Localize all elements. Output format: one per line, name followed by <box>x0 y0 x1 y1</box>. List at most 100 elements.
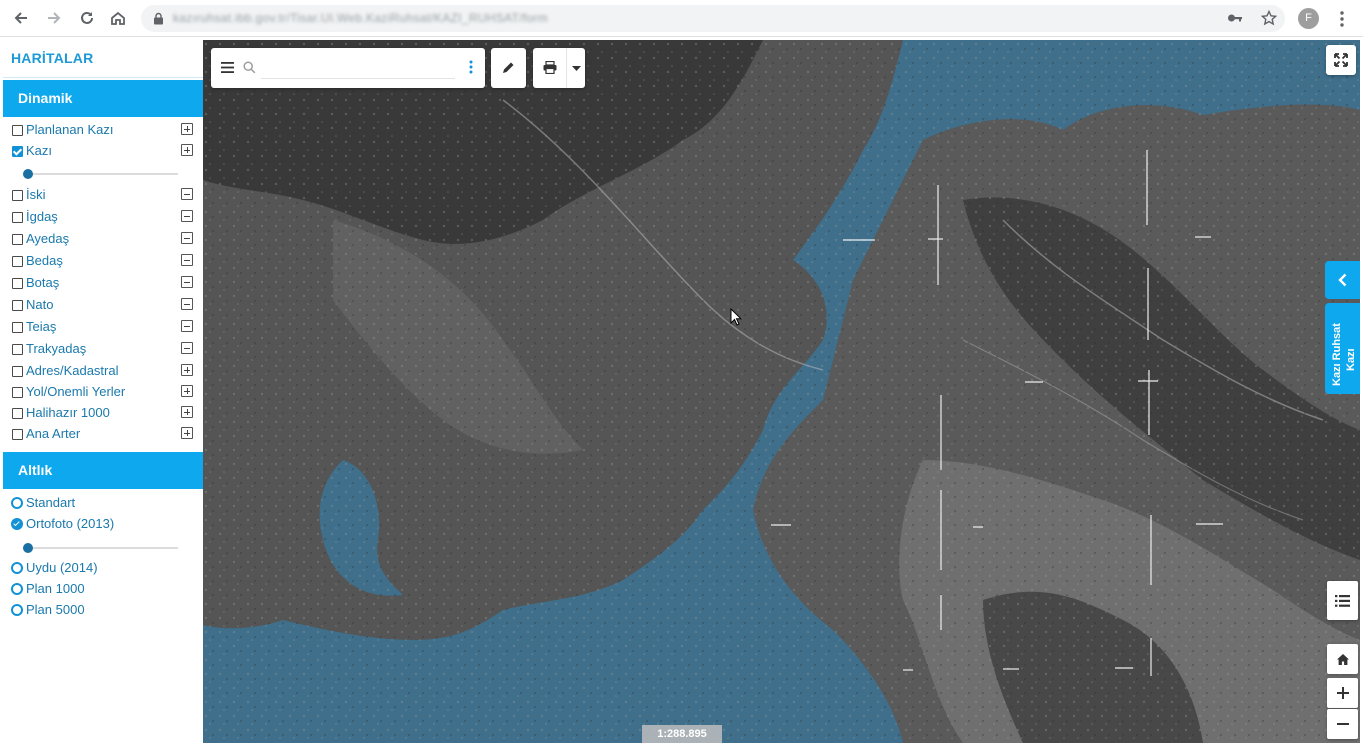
checkbox[interactable] <box>12 322 23 333</box>
checkbox[interactable] <box>12 146 23 157</box>
layer-igdas[interactable]: İgdaş <box>11 208 196 228</box>
fullscreen-button[interactable] <box>1326 45 1356 75</box>
checkbox[interactable] <box>12 300 23 311</box>
radio-button[interactable] <box>11 518 23 530</box>
basemap-plan-1000[interactable]: Plan 1000 <box>11 580 196 600</box>
radio-button[interactable] <box>11 583 23 595</box>
checkbox[interactable] <box>12 429 23 440</box>
collapse-minus-icon[interactable] <box>181 232 193 244</box>
checkbox[interactable] <box>12 387 23 398</box>
layer-yol-onemli-yerler[interactable]: Yol/Onemli Yerler <box>11 383 196 403</box>
layer-label: İgdaş <box>26 209 58 224</box>
home-icon <box>1336 653 1349 665</box>
basemap-label: Standart <box>26 495 76 510</box>
expand-plus-icon[interactable] <box>181 406 193 418</box>
layer-nato[interactable]: Nato <box>11 296 196 316</box>
basemap-uydu-2014[interactable]: Uydu (2014) <box>11 559 196 579</box>
layer-list-button[interactable] <box>1327 581 1358 620</box>
basemap-plan-5000[interactable]: Plan 5000 <box>11 601 196 621</box>
divider <box>3 77 203 78</box>
arrow-left-icon <box>14 12 27 24</box>
forward-button[interactable] <box>42 6 66 30</box>
reload-button[interactable] <box>75 6 99 30</box>
layer-kazi[interactable]: Kazı <box>11 142 196 162</box>
layer-planlanan-kazi[interactable]: Planlanan Kazı <box>11 121 196 141</box>
collapse-minus-icon[interactable] <box>181 210 193 222</box>
section-header-altlik[interactable]: Altlık <box>3 452 203 489</box>
expand-plus-icon[interactable] <box>181 364 193 376</box>
layer-botas[interactable]: Botaş <box>11 274 196 294</box>
layer-iski[interactable]: İski <box>11 186 196 206</box>
key-icon[interactable] <box>1227 11 1243 25</box>
checkbox[interactable] <box>12 278 23 289</box>
basemap-label: Plan 5000 <box>26 602 85 617</box>
layer-label: İski <box>26 187 46 202</box>
collapse-minus-icon[interactable] <box>181 298 193 310</box>
radio-button[interactable] <box>11 562 23 574</box>
profile-avatar[interactable]: F <box>1298 8 1319 29</box>
browser-toolbar: kazıruhsat.ibb.gov.tr/Tisar.UI.Web.KaziR… <box>0 0 1363 37</box>
checkbox[interactable] <box>12 256 23 267</box>
basemap-label: Uydu (2014) <box>26 560 98 575</box>
collapse-minus-icon[interactable] <box>181 320 193 332</box>
tab-label: Kazı <box>1345 348 1357 371</box>
section-header-dinamik[interactable]: Dinamik <box>3 80 203 117</box>
collapse-minus-icon[interactable] <box>181 276 193 288</box>
expand-plus-icon[interactable] <box>181 385 193 397</box>
collapse-minus-icon[interactable] <box>181 254 193 266</box>
slider-handle[interactable] <box>23 543 33 553</box>
more-vert-icon[interactable] <box>469 60 473 74</box>
layer-adres-kadastral[interactable]: Adres/Kadastral <box>11 362 196 382</box>
divider <box>566 48 567 88</box>
map-canvas[interactable]: Kazı Ruhsat Kazı 1:288.895 <box>203 40 1360 743</box>
checkbox[interactable] <box>12 408 23 419</box>
browser-menu-button[interactable] <box>1332 8 1352 30</box>
basemap-standart[interactable]: Standart <box>11 494 196 514</box>
zoom-in-button[interactable] <box>1327 678 1358 708</box>
collapse-minus-icon[interactable] <box>181 342 193 354</box>
address-bar[interactable]: kazıruhsat.ibb.gov.tr/Tisar.UI.Web.KaziR… <box>141 5 1285 32</box>
hamburger-menu-icon[interactable] <box>221 62 234 73</box>
collapse-minus-icon[interactable] <box>181 188 193 200</box>
kazi-opacity-slider[interactable] <box>23 169 178 179</box>
basemap-label: Ortofoto (2013) <box>26 516 115 531</box>
layer-label: Botaş <box>26 275 60 290</box>
checkbox[interactable] <box>12 212 23 223</box>
caret-down-icon[interactable] <box>572 66 581 71</box>
home-button[interactable] <box>106 6 130 30</box>
home-extent-button[interactable] <box>1327 644 1358 674</box>
expand-plus-icon[interactable] <box>181 144 193 156</box>
layer-label: Halihazır 1000 <box>26 405 110 420</box>
layer-bedas[interactable]: Bedaş <box>11 252 196 272</box>
layer-ayedas[interactable]: Ayedaş <box>11 230 196 250</box>
draw-button[interactable] <box>491 48 526 88</box>
layer-ana-arter[interactable]: Ana Arter <box>11 425 196 445</box>
checkbox[interactable] <box>12 125 23 136</box>
slider-handle[interactable] <box>23 169 33 179</box>
expand-icon <box>1334 53 1348 67</box>
kazi-ruhsat-tab[interactable]: Kazı Ruhsat Kazı <box>1325 303 1360 394</box>
layer-trakyadas[interactable]: Trakyadaş <box>11 340 196 360</box>
radio-button[interactable] <box>11 497 23 509</box>
basemap-ortofoto-2013[interactable]: Ortofoto (2013) <box>11 515 196 535</box>
print-button[interactable] <box>533 48 585 88</box>
checkbox[interactable] <box>12 366 23 377</box>
radio-button[interactable] <box>11 604 23 616</box>
layer-label: Yol/Onemli Yerler <box>26 384 126 399</box>
zoom-out-button[interactable] <box>1327 709 1358 739</box>
pencil-icon <box>503 62 514 73</box>
layer-teias[interactable]: Teiaş <box>11 318 196 338</box>
layer-halihazir-1000[interactable]: Halihazır 1000 <box>11 404 196 424</box>
back-button[interactable] <box>9 6 33 30</box>
checkbox[interactable] <box>12 234 23 245</box>
star-icon[interactable] <box>1261 10 1277 26</box>
search-icon <box>243 61 256 74</box>
layer-label: Trakyadaş <box>26 341 87 356</box>
expand-plus-icon[interactable] <box>181 427 193 439</box>
panel-open-button[interactable] <box>1325 261 1360 299</box>
ortofoto-opacity-slider[interactable] <box>23 543 178 553</box>
checkbox[interactable] <box>12 344 23 355</box>
checkbox[interactable] <box>12 190 23 201</box>
search-input[interactable] <box>261 58 455 79</box>
expand-plus-icon[interactable] <box>181 123 193 135</box>
